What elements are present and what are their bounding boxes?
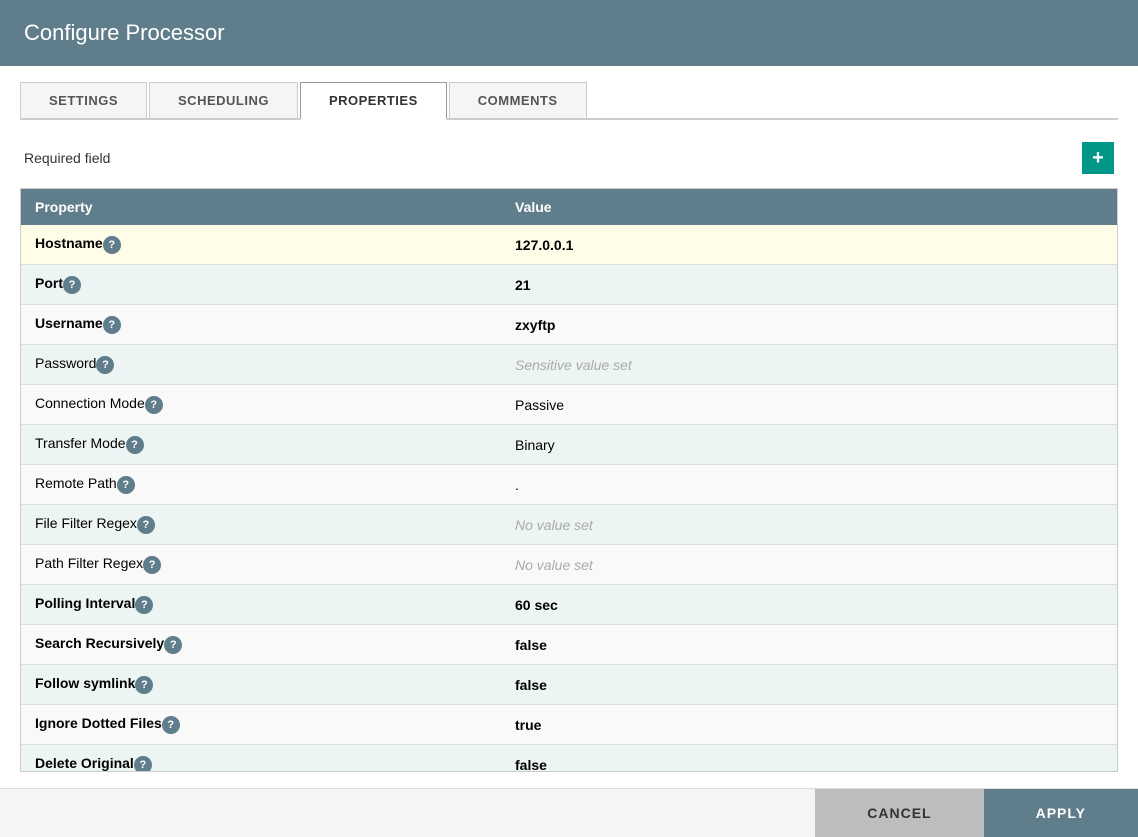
property-value[interactable]: false	[501, 665, 1117, 705]
cancel-button[interactable]: CANCEL	[815, 789, 983, 837]
help-icon[interactable]: ?	[126, 436, 144, 454]
property-name: Port	[35, 275, 63, 291]
property-name: Hostname	[35, 235, 103, 251]
help-icon[interactable]: ?	[63, 276, 81, 294]
required-field-label: Required field	[24, 150, 110, 166]
table-row[interactable]: Polling Interval? 60 sec	[21, 585, 1117, 625]
help-icon[interactable]: ?	[162, 716, 180, 734]
apply-button[interactable]: APPLY	[984, 789, 1138, 837]
property-value[interactable]: Passive	[501, 385, 1117, 425]
tab-comments[interactable]: COMMENTS	[449, 82, 587, 118]
property-value[interactable]: false	[501, 745, 1117, 772]
property-name: Username	[35, 315, 103, 331]
property-value[interactable]: Binary	[501, 425, 1117, 465]
help-icon[interactable]: ?	[135, 676, 153, 694]
help-icon[interactable]: ?	[96, 356, 114, 374]
table-row[interactable]: Ignore Dotted Files? true	[21, 705, 1117, 745]
help-icon[interactable]: ?	[103, 316, 121, 334]
help-icon[interactable]: ?	[137, 516, 155, 534]
help-icon[interactable]: ?	[164, 636, 182, 654]
dialog-header: Configure Processor	[0, 0, 1138, 66]
tab-bar: SETTINGS SCHEDULING PROPERTIES COMMENTS	[20, 82, 1118, 120]
table-row[interactable]: Remote Path?.	[21, 465, 1117, 505]
property-value[interactable]: .	[501, 465, 1117, 505]
property-name: Polling Interval	[35, 595, 135, 611]
property-name: Password	[35, 355, 96, 371]
table-row[interactable]: Hostname? 127.0.0.1	[21, 225, 1117, 265]
help-icon[interactable]: ?	[117, 476, 135, 494]
property-name: File Filter Regex	[35, 515, 137, 531]
dialog-footer: CANCEL APPLY	[0, 788, 1138, 837]
property-value[interactable]: 21	[501, 265, 1117, 305]
required-field-bar: Required field +	[20, 136, 1118, 180]
property-name: Ignore Dotted Files	[35, 715, 162, 731]
table-row[interactable]: Delete Original? false	[21, 745, 1117, 772]
help-icon[interactable]: ?	[134, 756, 152, 771]
table-row[interactable]: Password? Sensitive value set	[21, 345, 1117, 385]
header-title: Configure Processor	[24, 20, 225, 45]
help-icon[interactable]: ?	[143, 556, 161, 574]
property-name: Delete Original	[35, 755, 134, 771]
property-name: Path Filter Regex	[35, 555, 143, 571]
table-row[interactable]: Follow symlink? false	[21, 665, 1117, 705]
table-row[interactable]: Port? 21	[21, 265, 1117, 305]
property-name: Transfer Mode	[35, 435, 126, 451]
help-icon[interactable]: ?	[103, 236, 121, 254]
property-value[interactable]: No value set	[501, 505, 1117, 545]
column-header-property: Property	[21, 189, 501, 225]
column-header-value: Value	[501, 189, 1117, 225]
properties-table: Property Value Hostname? 127.0.0.1 Port? 21…	[21, 189, 1117, 771]
properties-table-wrapper: Property Value Hostname? 127.0.0.1 Port? 21…	[20, 188, 1118, 772]
property-value[interactable]: 127.0.0.1	[501, 225, 1117, 265]
tab-properties[interactable]: PROPERTIES	[300, 82, 447, 120]
property-value[interactable]: Sensitive value set	[501, 345, 1117, 385]
table-row[interactable]: File Filter Regex? No value set	[21, 505, 1117, 545]
dialog-content: SETTINGS SCHEDULING PROPERTIES COMMENTS …	[0, 66, 1138, 788]
tab-scheduling[interactable]: SCHEDULING	[149, 82, 298, 118]
table-row[interactable]: Path Filter Regex? No value set	[21, 545, 1117, 585]
properties-table-scroll[interactable]: Property Value Hostname? 127.0.0.1 Port? 21…	[21, 189, 1117, 771]
property-name: Search Recursively	[35, 635, 164, 651]
property-name: Follow symlink	[35, 675, 135, 691]
help-icon[interactable]: ?	[145, 396, 163, 414]
table-row[interactable]: Connection Mode? Passive	[21, 385, 1117, 425]
property-value[interactable]: 60 sec	[501, 585, 1117, 625]
table-row[interactable]: Username? zxyftp	[21, 305, 1117, 345]
add-property-button[interactable]: +	[1082, 142, 1114, 174]
property-value[interactable]: false	[501, 625, 1117, 665]
property-name: Remote Path	[35, 475, 117, 491]
table-row[interactable]: Transfer Mode? Binary	[21, 425, 1117, 465]
tab-settings[interactable]: SETTINGS	[20, 82, 147, 118]
table-row[interactable]: Search Recursively? false	[21, 625, 1117, 665]
property-value[interactable]: true	[501, 705, 1117, 745]
property-name: Connection Mode	[35, 395, 145, 411]
property-value[interactable]: zxyftp	[501, 305, 1117, 345]
property-value[interactable]: No value set	[501, 545, 1117, 585]
help-icon[interactable]: ?	[135, 596, 153, 614]
